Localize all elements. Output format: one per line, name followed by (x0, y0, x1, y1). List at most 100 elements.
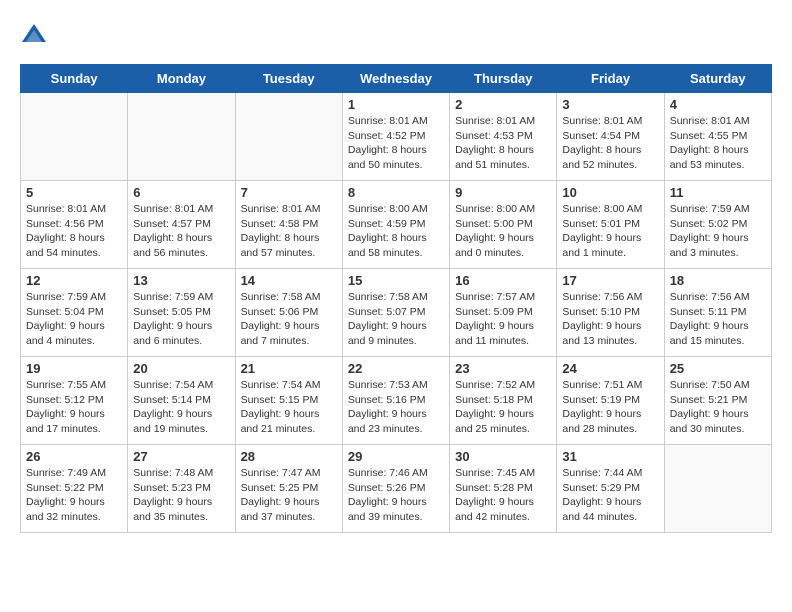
day-info: Sunrise: 7:46 AM Sunset: 5:26 PM Dayligh… (348, 466, 444, 525)
day-number: 14 (241, 273, 337, 288)
day-info: Sunrise: 8:01 AM Sunset: 4:55 PM Dayligh… (670, 114, 766, 173)
calendar-cell (21, 93, 128, 181)
calendar-week-3: 12 Sunrise: 7:59 AM Sunset: 5:04 PM Dayli… (21, 269, 772, 357)
calendar-cell: 22 Sunrise: 7:53 AM Sunset: 5:16 PM Dayli… (342, 357, 449, 445)
day-number: 30 (455, 449, 551, 464)
calendar-cell: 2 Sunrise: 8:01 AM Sunset: 4:53 PM Daylig… (450, 93, 557, 181)
calendar-cell: 12 Sunrise: 7:59 AM Sunset: 5:04 PM Dayli… (21, 269, 128, 357)
calendar-cell: 14 Sunrise: 7:58 AM Sunset: 5:06 PM Dayli… (235, 269, 342, 357)
weekday-header-row: SundayMondayTuesdayWednesdayThursdayFrid… (21, 65, 772, 93)
day-number: 11 (670, 185, 766, 200)
day-info: Sunrise: 7:45 AM Sunset: 5:28 PM Dayligh… (455, 466, 551, 525)
day-info: Sunrise: 7:57 AM Sunset: 5:09 PM Dayligh… (455, 290, 551, 349)
calendar-cell (128, 93, 235, 181)
day-number: 1 (348, 97, 444, 112)
day-info: Sunrise: 8:00 AM Sunset: 4:59 PM Dayligh… (348, 202, 444, 261)
calendar-cell: 5 Sunrise: 8:01 AM Sunset: 4:56 PM Daylig… (21, 181, 128, 269)
day-info: Sunrise: 8:00 AM Sunset: 5:00 PM Dayligh… (455, 202, 551, 261)
calendar-cell: 16 Sunrise: 7:57 AM Sunset: 5:09 PM Dayli… (450, 269, 557, 357)
day-number: 7 (241, 185, 337, 200)
day-number: 3 (562, 97, 658, 112)
day-number: 23 (455, 361, 551, 376)
day-info: Sunrise: 8:01 AM Sunset: 4:57 PM Dayligh… (133, 202, 229, 261)
day-number: 31 (562, 449, 658, 464)
day-number: 15 (348, 273, 444, 288)
day-info: Sunrise: 7:59 AM Sunset: 5:04 PM Dayligh… (26, 290, 122, 349)
calendar-cell: 3 Sunrise: 8:01 AM Sunset: 4:54 PM Daylig… (557, 93, 664, 181)
weekday-header-monday: Monday (128, 65, 235, 93)
logo-icon (20, 20, 48, 48)
calendar-table: SundayMondayTuesdayWednesdayThursdayFrid… (20, 64, 772, 533)
day-number: 21 (241, 361, 337, 376)
day-info: Sunrise: 7:59 AM Sunset: 5:02 PM Dayligh… (670, 202, 766, 261)
weekday-header-friday: Friday (557, 65, 664, 93)
calendar-cell: 1 Sunrise: 8:01 AM Sunset: 4:52 PM Daylig… (342, 93, 449, 181)
day-number: 10 (562, 185, 658, 200)
day-info: Sunrise: 8:01 AM Sunset: 4:56 PM Dayligh… (26, 202, 122, 261)
day-info: Sunrise: 7:53 AM Sunset: 5:16 PM Dayligh… (348, 378, 444, 437)
calendar-cell: 11 Sunrise: 7:59 AM Sunset: 5:02 PM Dayli… (664, 181, 771, 269)
day-number: 16 (455, 273, 551, 288)
page-header (20, 20, 772, 48)
day-number: 17 (562, 273, 658, 288)
day-number: 12 (26, 273, 122, 288)
calendar-cell: 21 Sunrise: 7:54 AM Sunset: 5:15 PM Dayli… (235, 357, 342, 445)
day-number: 5 (26, 185, 122, 200)
calendar-cell: 7 Sunrise: 8:01 AM Sunset: 4:58 PM Daylig… (235, 181, 342, 269)
calendar-week-2: 5 Sunrise: 8:01 AM Sunset: 4:56 PM Daylig… (21, 181, 772, 269)
calendar-cell: 30 Sunrise: 7:45 AM Sunset: 5:28 PM Dayli… (450, 445, 557, 533)
calendar-cell: 17Sunrise: 7:56 AM Sunset: 5:10 PM Dayli… (557, 269, 664, 357)
day-info: Sunrise: 7:55 AM Sunset: 5:12 PM Dayligh… (26, 378, 122, 437)
day-info: Sunrise: 8:00 AM Sunset: 5:01 PM Dayligh… (562, 202, 658, 261)
day-info: Sunrise: 8:01 AM Sunset: 4:58 PM Dayligh… (241, 202, 337, 261)
calendar-cell: 19 Sunrise: 7:55 AM Sunset: 5:12 PM Dayli… (21, 357, 128, 445)
calendar-week-4: 19 Sunrise: 7:55 AM Sunset: 5:12 PM Dayli… (21, 357, 772, 445)
calendar-cell: 18 Sunrise: 7:56 AM Sunset: 5:11 PM Dayli… (664, 269, 771, 357)
calendar-cell: 20 Sunrise: 7:54 AM Sunset: 5:14 PM Dayli… (128, 357, 235, 445)
day-info: Sunrise: 7:51 AM Sunset: 5:19 PM Dayligh… (562, 378, 658, 437)
day-info: Sunrise: 7:50 AM Sunset: 5:21 PM Dayligh… (670, 378, 766, 437)
day-info: Sunrise: 7:52 AM Sunset: 5:18 PM Dayligh… (455, 378, 551, 437)
day-number: 20 (133, 361, 229, 376)
calendar-cell: 15 Sunrise: 7:58 AM Sunset: 5:07 PM Dayli… (342, 269, 449, 357)
day-info: Sunrise: 7:54 AM Sunset: 5:15 PM Dayligh… (241, 378, 337, 437)
calendar-cell: 9 Sunrise: 8:00 AM Sunset: 5:00 PM Daylig… (450, 181, 557, 269)
day-number: 22 (348, 361, 444, 376)
day-number: 8 (348, 185, 444, 200)
day-info: Sunrise: 7:49 AM Sunset: 5:22 PM Dayligh… (26, 466, 122, 525)
weekday-header-sunday: Sunday (21, 65, 128, 93)
day-info: Sunrise: 8:01 AM Sunset: 4:53 PM Dayligh… (455, 114, 551, 173)
calendar-cell: 28Sunrise: 7:47 AM Sunset: 5:25 PM Dayli… (235, 445, 342, 533)
calendar-cell: 4 Sunrise: 8:01 AM Sunset: 4:55 PM Daylig… (664, 93, 771, 181)
day-number: 13 (133, 273, 229, 288)
day-info: Sunrise: 7:58 AM Sunset: 5:06 PM Dayligh… (241, 290, 337, 349)
weekday-header-wednesday: Wednesday (342, 65, 449, 93)
day-info: Sunrise: 8:01 AM Sunset: 4:52 PM Dayligh… (348, 114, 444, 173)
day-number: 25 (670, 361, 766, 376)
calendar-cell: 10 Sunrise: 8:00 AM Sunset: 5:01 PM Dayli… (557, 181, 664, 269)
calendar-cell: 24 Sunrise: 7:51 AM Sunset: 5:19 PM Dayli… (557, 357, 664, 445)
weekday-header-saturday: Saturday (664, 65, 771, 93)
day-number: 2 (455, 97, 551, 112)
calendar-cell: 13Sunrise: 7:59 AM Sunset: 5:05 PM Dayli… (128, 269, 235, 357)
day-info: Sunrise: 7:56 AM Sunset: 5:11 PM Dayligh… (670, 290, 766, 349)
day-number: 29 (348, 449, 444, 464)
day-number: 26 (26, 449, 122, 464)
day-number: 19 (26, 361, 122, 376)
calendar-week-5: 26 Sunrise: 7:49 AM Sunset: 5:22 PM Dayli… (21, 445, 772, 533)
calendar-cell: 29 Sunrise: 7:46 AM Sunset: 5:26 PM Dayli… (342, 445, 449, 533)
calendar-cell (664, 445, 771, 533)
day-info: Sunrise: 7:48 AM Sunset: 5:23 PM Dayligh… (133, 466, 229, 525)
day-info: Sunrise: 8:01 AM Sunset: 4:54 PM Dayligh… (562, 114, 658, 173)
day-info: Sunrise: 7:47 AM Sunset: 5:25 PM Dayligh… (241, 466, 337, 525)
day-number: 4 (670, 97, 766, 112)
logo (20, 20, 52, 48)
day-number: 18 (670, 273, 766, 288)
day-number: 24 (562, 361, 658, 376)
day-number: 9 (455, 185, 551, 200)
calendar-cell: 6Sunrise: 8:01 AM Sunset: 4:57 PM Daylig… (128, 181, 235, 269)
calendar-cell: 26 Sunrise: 7:49 AM Sunset: 5:22 PM Dayli… (21, 445, 128, 533)
day-info: Sunrise: 7:58 AM Sunset: 5:07 PM Dayligh… (348, 290, 444, 349)
day-number: 27 (133, 449, 229, 464)
day-info: Sunrise: 7:54 AM Sunset: 5:14 PM Dayligh… (133, 378, 229, 437)
